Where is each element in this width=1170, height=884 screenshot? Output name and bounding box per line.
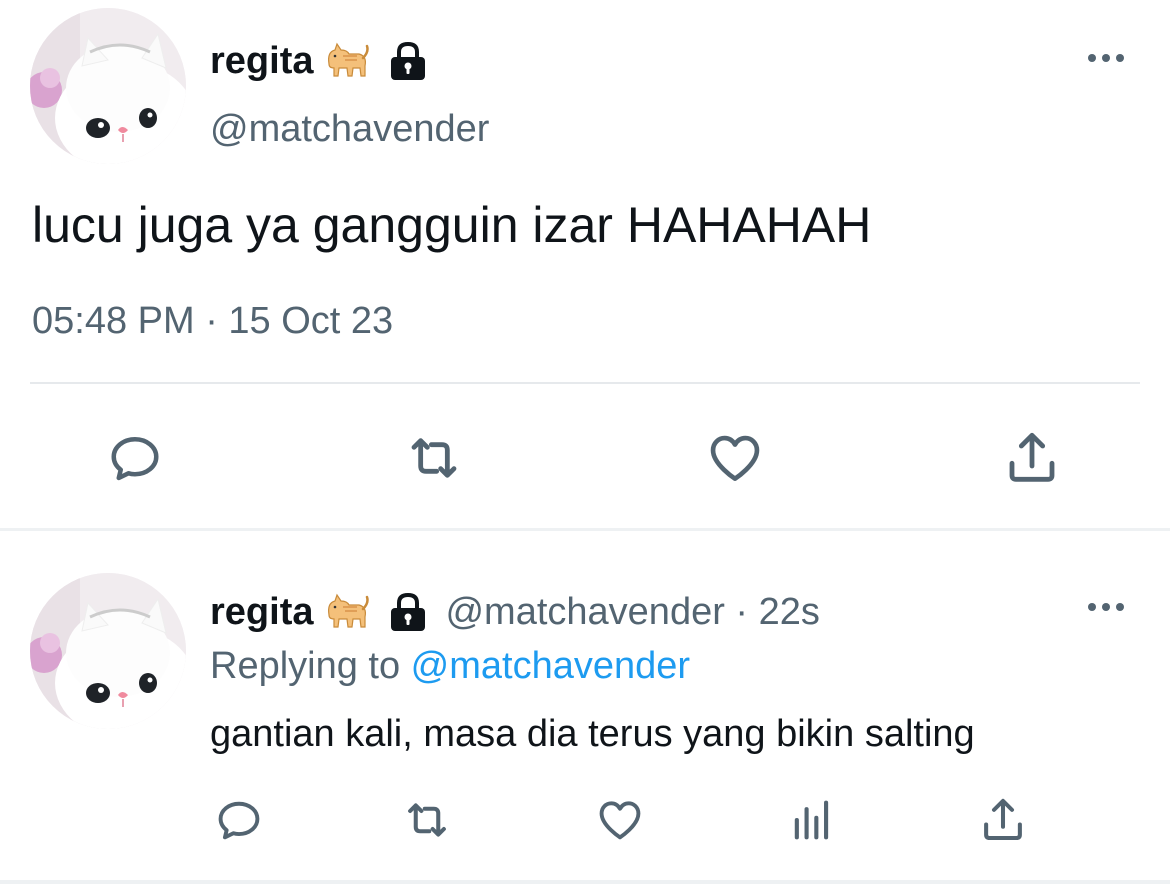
more-options-button[interactable] <box>1084 48 1128 68</box>
reply-button[interactable] <box>103 426 167 490</box>
display-name-row: regita <box>210 36 429 86</box>
display-name[interactable]: regita <box>210 591 313 634</box>
lock-icon <box>387 591 429 633</box>
replying-to-mention-link[interactable]: @matchavender <box>411 645 690 687</box>
bottom-divider <box>0 880 1170 884</box>
avatar[interactable] <box>30 573 186 729</box>
share-button[interactable] <box>976 793 1030 847</box>
lock-icon <box>387 40 429 82</box>
like-icon <box>710 435 760 481</box>
handle-and-time[interactable]: @matchavender · 22s <box>445 591 819 634</box>
retweet-button[interactable] <box>400 793 454 847</box>
like-icon <box>599 801 641 840</box>
display-name[interactable]: regita <box>210 40 313 83</box>
analytics-icon <box>794 800 829 840</box>
reply-button[interactable] <box>212 793 266 847</box>
tweet-text: lucu juga ya gangguin izar HAHAHAH <box>32 197 872 253</box>
cat-avatar-image <box>30 573 186 729</box>
handle[interactable]: @matchavender <box>210 108 489 151</box>
reply-text: gantian kali, masa dia terus yang bikin … <box>210 713 975 755</box>
more-dots-icon <box>1088 603 1124 611</box>
divider <box>30 382 1140 384</box>
analytics-button[interactable] <box>785 793 839 847</box>
like-button[interactable] <box>593 793 647 847</box>
reply-icon <box>218 801 260 840</box>
retweet-button[interactable] <box>402 426 466 490</box>
display-name-row: regita @matchavender · 22s <box>210 587 820 637</box>
cat-avatar-image <box>30 8 186 164</box>
main-tweet: regita @matchavender lucu juga ya ganggu… <box>0 0 1170 528</box>
share-icon <box>984 798 1022 841</box>
retweet-icon <box>411 438 457 478</box>
avatar[interactable] <box>30 8 186 164</box>
share-icon <box>1009 432 1055 482</box>
replying-to-prefix: Replying to <box>210 645 411 687</box>
reply-icon <box>111 437 159 481</box>
like-button[interactable] <box>703 426 767 490</box>
cat-emoji-icon <box>323 42 370 80</box>
share-button[interactable] <box>1000 426 1064 490</box>
cat-emoji-icon <box>323 593 370 631</box>
more-dots-icon <box>1088 54 1124 62</box>
more-options-button[interactable] <box>1084 597 1128 617</box>
retweet-icon <box>408 803 446 837</box>
reply-tweet[interactable]: regita @matchavender · 22s Replying to @… <box>0 531 1170 884</box>
replying-to: Replying to @matchavender <box>210 645 690 688</box>
timestamp[interactable]: 05:48 PM · 15 Oct 23 <box>32 300 393 343</box>
